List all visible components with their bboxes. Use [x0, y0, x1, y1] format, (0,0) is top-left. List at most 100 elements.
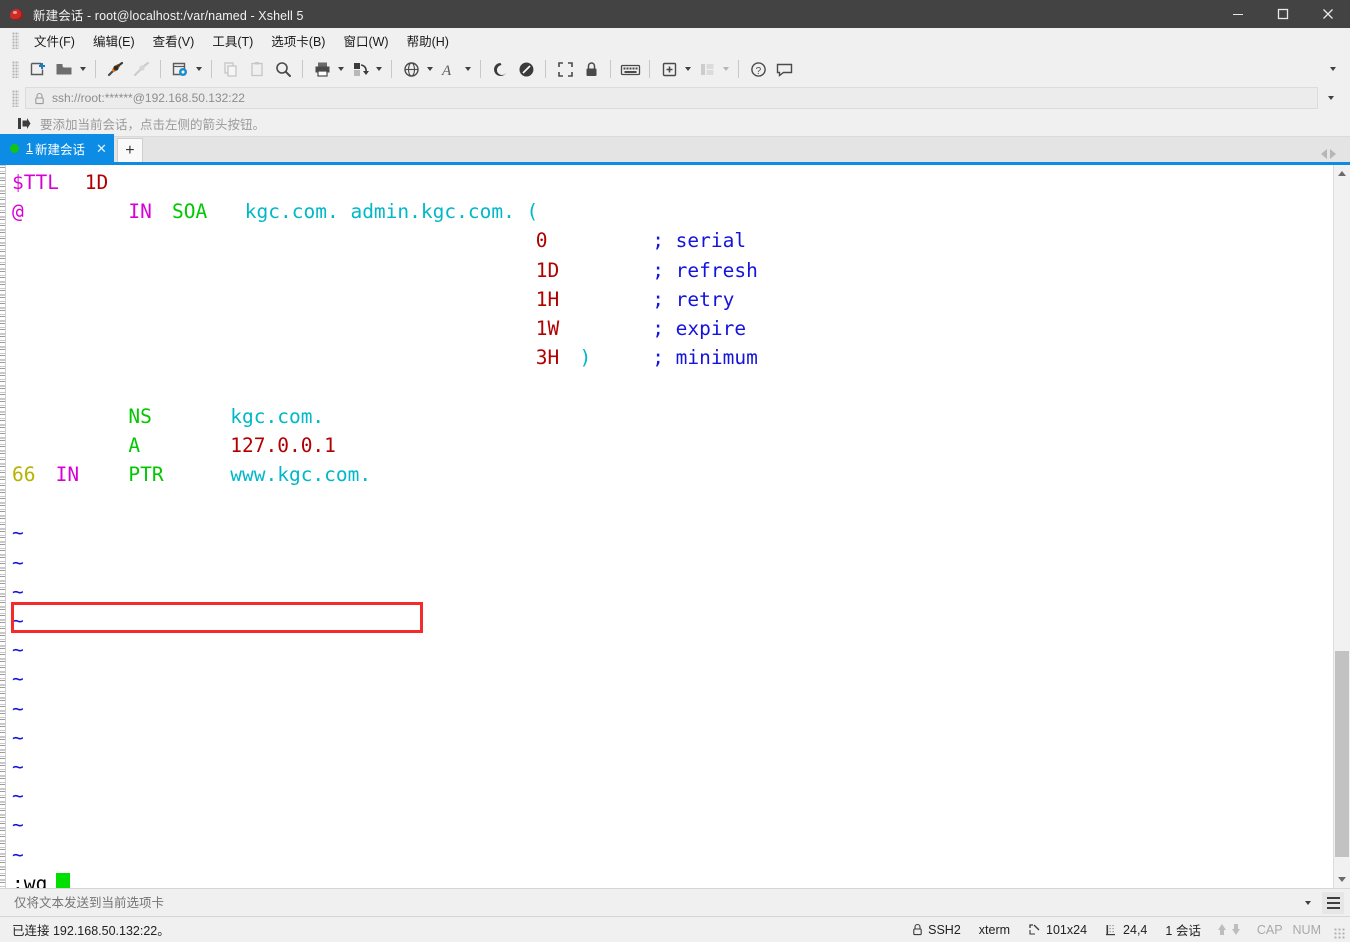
status-sessions[interactable]: 1 会话	[1156, 917, 1209, 942]
resize-grip-icon[interactable]	[1334, 927, 1346, 940]
minimize-icon[interactable]	[1215, 0, 1260, 28]
terminal-text: 66	[12, 463, 36, 486]
terminal-text: $TTL	[12, 171, 59, 194]
terminal-text: 3H	[535, 346, 560, 370]
menu-item-help[interactable]: 帮助(H)	[398, 28, 458, 53]
close-icon[interactable]: ✕	[96, 142, 107, 155]
terminal-text: )	[579, 346, 592, 370]
menu-item-window[interactable]: 窗口(W)	[334, 28, 397, 53]
status-protocol[interactable]: SSH2	[903, 917, 970, 942]
file-transfer-icon[interactable]	[347, 56, 373, 82]
terminal-text: ~	[12, 579, 24, 603]
font-icon[interactable]: A	[436, 56, 462, 82]
status-protocol-label: SSH2	[928, 922, 961, 937]
find-icon[interactable]	[270, 56, 296, 82]
globe-icon[interactable]	[398, 56, 424, 82]
notification-text: 要添加当前会话，点击左侧的箭头按钮。	[40, 118, 266, 132]
menu-bar: 文件(F) 编辑(E) 查看(V) 工具(T) 选项卡(B) 窗口(W) 帮助(…	[0, 28, 1350, 53]
keyboard-icon[interactable]	[617, 56, 643, 82]
window-controls	[1215, 0, 1350, 28]
terminal-text: ~	[12, 725, 24, 749]
terminal-text: 127.0.0.1	[230, 433, 336, 457]
title-bar[interactable]: 新建会话 - root@localhost:/var/named - Xshel…	[0, 0, 1350, 28]
chevron-left-icon[interactable]	[1321, 149, 1327, 159]
status-emulation[interactable]: xterm	[970, 917, 1019, 942]
help-icon[interactable]: ?	[745, 56, 771, 82]
terminal-text: IN	[128, 200, 152, 224]
terminal-text: PTR	[128, 463, 164, 486]
file-transfer-dropdown-icon[interactable]	[373, 56, 385, 82]
toolbar-separator	[610, 60, 611, 78]
terminal-text: kgc.com.	[230, 404, 325, 428]
add-panel-dropdown-icon[interactable]	[682, 56, 694, 82]
address-input[interactable]: ssh://root:******@192.168.50.132:22	[25, 87, 1318, 109]
terminal-text: 0	[535, 229, 548, 253]
address-bar-grip-handle[interactable]	[12, 89, 19, 107]
new-tab-button[interactable]: +	[116, 138, 143, 162]
terminal-text: kgc.com. admin.kgc.com. (	[244, 200, 539, 224]
fullscreen-icon[interactable]	[552, 56, 578, 82]
menu-item-file[interactable]: 文件(F)	[25, 28, 84, 53]
session-properties-icon[interactable]	[167, 56, 193, 82]
arrange-layout-dropdown-icon	[720, 56, 732, 82]
globe-dropdown-icon[interactable]	[424, 56, 436, 82]
menu-grip-handle[interactable]	[12, 32, 19, 49]
tab-new-session[interactable]: 1 新建会话 ✕	[0, 134, 114, 162]
status-bar: 已连接 192.168.50.132:22。 SSH2 xterm 101x24…	[0, 916, 1350, 942]
terminal-text: ; refresh	[652, 258, 758, 282]
chevron-down-icon[interactable]	[1334, 871, 1350, 888]
toolbar-separator	[302, 60, 303, 78]
chevron-up-icon[interactable]	[1334, 165, 1350, 182]
session-properties-dropdown-icon[interactable]	[193, 56, 205, 82]
menu-item-tools[interactable]: 工具(T)	[203, 28, 262, 53]
open-folder-dropdown-icon[interactable]	[77, 56, 89, 82]
terminal-text: ~	[12, 521, 24, 545]
chevron-right-icon[interactable]	[1330, 149, 1336, 159]
print-dropdown-icon[interactable]	[335, 56, 347, 82]
connect-icon[interactable]	[102, 56, 128, 82]
tab-number: 1	[26, 141, 33, 155]
disconnect-icon	[128, 56, 154, 82]
terminal-text: 1H	[535, 287, 560, 311]
scrollbar-thumb[interactable]	[1335, 650, 1349, 858]
terminal-text: ~	[12, 638, 24, 662]
new-session-icon[interactable]	[25, 56, 51, 82]
status-sessions-label: 1 会话	[1165, 924, 1201, 938]
add-panel-icon[interactable]	[656, 56, 682, 82]
toolbar-grip-handle[interactable]	[12, 60, 19, 78]
scrollbar-track[interactable]	[1334, 182, 1350, 871]
maximize-icon[interactable]	[1260, 0, 1305, 28]
font-dropdown-icon[interactable]	[462, 56, 474, 82]
menu-item-tab[interactable]: 选项卡(B)	[262, 28, 334, 53]
lock-session-icon[interactable]	[578, 56, 604, 82]
close-icon[interactable]	[1305, 0, 1350, 28]
send-input[interactable]	[12, 894, 1298, 911]
chevron-down-icon[interactable]	[1322, 87, 1340, 109]
hamburger-menu-icon[interactable]	[1322, 891, 1344, 914]
ssh-tunnel-icon[interactable]	[487, 56, 513, 82]
toolbar-overflow-icon[interactable]	[1330, 53, 1336, 85]
chat-icon[interactable]	[771, 56, 797, 82]
status-size[interactable]: 101x24	[1019, 917, 1096, 942]
status-cursor[interactable]: 24,4	[1096, 917, 1156, 942]
copy-icon	[218, 56, 244, 82]
notification-bar: 要添加当前会话，点击左侧的箭头按钮。	[0, 111, 1350, 137]
chevron-down-icon[interactable]	[1298, 900, 1318, 905]
terminal-text: ~	[12, 842, 24, 866]
menu-item-edit[interactable]: 编辑(E)	[84, 28, 144, 53]
add-to-favorites-icon[interactable]	[16, 116, 31, 131]
tab-label: 新建会话	[34, 142, 85, 157]
terminal-text: 1W	[535, 317, 560, 340]
open-folder-icon[interactable]	[51, 56, 77, 82]
terminal-area: $TTL 1D @ IN SOA kgc.com. admin.kgc.com. (0 ; …	[0, 165, 1350, 888]
print-icon[interactable]	[309, 56, 335, 82]
address-bar-row: ssh://root:******@192.168.50.132:22	[0, 85, 1350, 111]
address-value: ssh://root:******@192.168.50.132:22	[52, 91, 245, 105]
compose-bar-icon[interactable]	[513, 56, 539, 82]
terminal-text: ~	[12, 755, 24, 778]
menu-item-view[interactable]: 查看(V)	[144, 28, 204, 53]
terminal-scrollbar[interactable]	[1333, 165, 1350, 888]
paste-icon	[244, 56, 270, 82]
xshell-window: 新建会话 - root@localhost:/var/named - Xshel…	[0, 0, 1350, 942]
terminal-screen[interactable]: $TTL 1D @ IN SOA kgc.com. admin.kgc.com. (0 ; …	[6, 165, 1333, 888]
